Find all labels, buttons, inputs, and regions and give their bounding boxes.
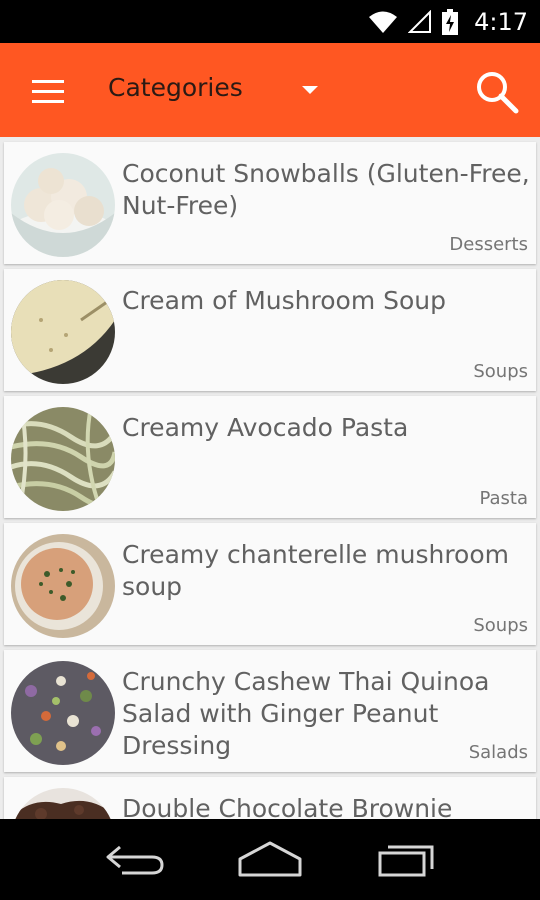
recipe-thumbnail bbox=[11, 153, 115, 257]
search-icon bbox=[477, 72, 519, 114]
recipe-card[interactable]: Crunchy Cashew Thai Quinoa Salad with Gi… bbox=[4, 650, 536, 772]
recipe-title: Coconut Snowballs (Gluten-Free, Nut-Free… bbox=[122, 159, 530, 220]
recipe-category: Soups bbox=[473, 361, 528, 382]
recipe-thumbnail bbox=[11, 788, 115, 819]
recipe-thumbnail bbox=[11, 661, 115, 765]
recent-apps-button[interactable] bbox=[372, 837, 442, 883]
recipe-card[interactable]: Double Chocolate Brownie bbox=[4, 777, 536, 819]
recipe-thumbnail bbox=[11, 534, 115, 638]
recipe-category: Soups bbox=[473, 615, 528, 636]
navigation-bar bbox=[0, 819, 540, 900]
menu-icon bbox=[32, 80, 64, 83]
recipe-thumbnail bbox=[11, 280, 115, 384]
status-bar: 4:17 bbox=[0, 0, 540, 43]
recipe-title: Double Chocolate Brownie bbox=[122, 794, 453, 819]
dropdown-caret-icon[interactable] bbox=[302, 86, 318, 94]
recipe-category: Salads bbox=[468, 742, 528, 763]
recipe-title: Creamy Avocado Pasta bbox=[122, 413, 409, 442]
recipe-category: Desserts bbox=[449, 234, 528, 255]
recipe-thumbnail bbox=[11, 407, 115, 511]
menu-button[interactable] bbox=[26, 71, 70, 111]
recipe-list[interactable]: Coconut Snowballs (Gluten-Free, Nut-Free… bbox=[0, 137, 540, 819]
app-bar: Categories bbox=[0, 43, 540, 137]
battery-charging-icon bbox=[442, 8, 459, 35]
signal-icon bbox=[408, 9, 432, 33]
recipe-category: Pasta bbox=[479, 488, 528, 509]
home-button[interactable] bbox=[235, 837, 305, 883]
wifi-icon bbox=[369, 11, 398, 33]
search-button[interactable] bbox=[472, 67, 524, 119]
back-icon bbox=[106, 845, 164, 875]
recent-apps-icon bbox=[378, 845, 434, 877]
status-icons: 4:17 bbox=[368, 0, 528, 43]
recipe-title: Creamy chanterelle mushroom soup bbox=[122, 540, 509, 601]
home-icon bbox=[238, 841, 302, 877]
status-time: 4:17 bbox=[474, 7, 528, 36]
recipe-card[interactable]: Creamy chanterelle mushroom soup Soups bbox=[4, 523, 536, 645]
recipe-card[interactable]: Cream of Mushroom Soup Soups bbox=[4, 269, 536, 391]
back-button[interactable] bbox=[102, 837, 172, 883]
recipe-card[interactable]: Creamy Avocado Pasta Pasta bbox=[4, 396, 536, 518]
recipe-title: Cream of Mushroom Soup bbox=[122, 286, 447, 315]
category-selector-label[interactable]: Categories bbox=[108, 73, 243, 102]
recipe-card[interactable]: Coconut Snowballs (Gluten-Free, Nut-Free… bbox=[4, 142, 536, 264]
